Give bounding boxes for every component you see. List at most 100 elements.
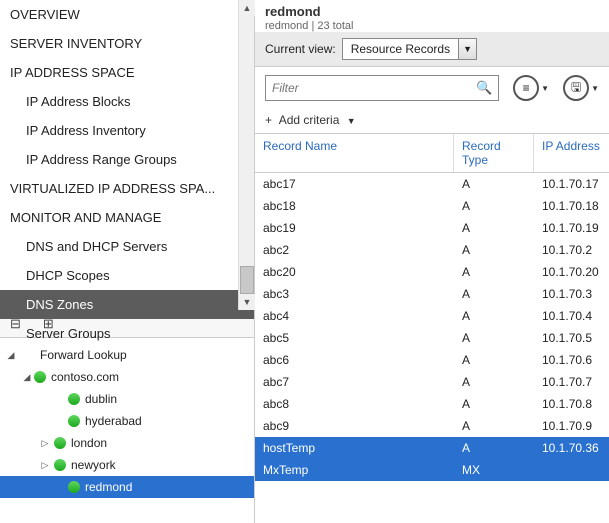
cell-record-name: abc17 (255, 177, 454, 191)
tree-domain-label: contoso.com (51, 370, 119, 384)
table-row[interactable]: abc5A10.1.70.5 (255, 327, 609, 349)
nav-item[interactable]: Server Groups (0, 319, 254, 348)
cell-record-type: A (454, 309, 534, 323)
tree-node[interactable]: redmond (0, 476, 254, 498)
table-row[interactable]: abc8A10.1.70.8 (255, 393, 609, 415)
col-record-type[interactable]: Record Type (454, 134, 534, 172)
records-grid: Record Name Record Type IP Address abc17… (255, 133, 609, 523)
cell-ip-address: 10.1.70.6 (534, 353, 609, 367)
nav-item[interactable]: DHCP Scopes (0, 261, 254, 290)
cell-record-type: A (454, 397, 534, 411)
chevron-down-icon[interactable]: ▼ (541, 84, 549, 93)
tool-row: 🔍 ≡ ▼ 🖫 ▼ (255, 67, 609, 109)
table-row[interactable]: abc19A10.1.70.19 (255, 217, 609, 239)
table-row[interactable]: hostTempA10.1.70.36 (255, 437, 609, 459)
add-criteria-button[interactable]: + Add criteria ▼ (255, 109, 609, 133)
nav-item[interactable]: IP Address Inventory (0, 116, 254, 145)
cell-record-name: abc2 (255, 243, 454, 257)
cell-record-type: A (454, 331, 534, 345)
expander-icon[interactable]: ◢ (20, 372, 34, 383)
page-title: redmond (265, 4, 599, 19)
scroll-up-button[interactable]: ▲ (239, 0, 255, 16)
cell-record-type: A (454, 353, 534, 367)
plus-icon: + (265, 113, 272, 127)
cell-record-name: abc5 (255, 331, 454, 345)
expander-icon[interactable]: ▷ (38, 460, 52, 471)
cell-record-type: A (454, 287, 534, 301)
cell-ip-address: 10.1.70.17 (534, 177, 609, 191)
tree-node[interactable]: dublin (0, 388, 254, 410)
nav-scrollbar[interactable]: ▲ ▼ (238, 0, 254, 310)
cell-ip-address: 10.1.70.2 (534, 243, 609, 257)
tree-node-label: dublin (85, 392, 117, 406)
table-row[interactable]: abc18A10.1.70.18 (255, 195, 609, 217)
zone-tree: ◢ Forward Lookup ◢ contoso.com dublinhyd… (0, 338, 254, 523)
nav-item[interactable]: SERVER INVENTORY (0, 29, 254, 58)
cell-ip-address: 10.1.70.18 (534, 199, 609, 213)
status-dot-icon (68, 415, 80, 427)
cell-record-name: hostTemp (255, 441, 454, 455)
scroll-track[interactable] (239, 16, 255, 294)
col-ip-address[interactable]: IP Address (534, 134, 609, 172)
cell-ip-address: 10.1.70.7 (534, 375, 609, 389)
cell-record-type: A (454, 375, 534, 389)
chevron-down-icon: ▼ (347, 116, 356, 126)
nav-item[interactable]: IP ADDRESS SPACE (0, 58, 254, 87)
table-row[interactable]: abc2A10.1.70.2 (255, 239, 609, 261)
expander-icon[interactable]: ◢ (4, 350, 18, 361)
search-icon[interactable]: 🔍 (476, 80, 492, 96)
cell-record-name: abc9 (255, 419, 454, 433)
tree-node[interactable]: ▷newyork (0, 454, 254, 476)
chevron-down-icon[interactable]: ▼ (591, 84, 599, 93)
cell-ip-address: 10.1.70.4 (534, 309, 609, 323)
cell-ip-address: 10.1.70.5 (534, 331, 609, 345)
cell-record-type: A (454, 265, 534, 279)
tree-node[interactable]: ▷london (0, 432, 254, 454)
nav-item[interactable]: DNS and DHCP Servers (0, 232, 254, 261)
cell-record-name: abc20 (255, 265, 454, 279)
col-record-name[interactable]: Record Name (255, 134, 454, 172)
chevron-down-icon[interactable]: ▼ (458, 39, 476, 59)
table-row[interactable]: abc3A10.1.70.3 (255, 283, 609, 305)
cell-ip-address: 10.1.70.3 (534, 287, 609, 301)
cell-record-type: A (454, 441, 534, 455)
view-select-value: Resource Records (343, 42, 458, 56)
view-row: Current view: Resource Records ▼ (255, 32, 609, 67)
table-row[interactable]: MxTempMX (255, 459, 609, 481)
filter-input[interactable] (272, 81, 476, 95)
status-dot-icon (54, 459, 66, 471)
nav-item[interactable]: OVERVIEW (0, 0, 254, 29)
expander-icon[interactable]: ▷ (38, 438, 52, 449)
filter-box[interactable]: 🔍 (265, 75, 499, 101)
scroll-down-button[interactable]: ▼ (239, 294, 255, 310)
cell-record-type: A (454, 177, 534, 191)
nav-scroll: OVERVIEWSERVER INVENTORYIP ADDRESS SPACE… (0, 0, 254, 310)
scroll-thumb[interactable] (240, 266, 254, 294)
table-row[interactable]: abc7A10.1.70.7 (255, 371, 609, 393)
nav-item[interactable]: DNS Zones (0, 290, 254, 319)
nav-item[interactable]: IP Address Range Groups (0, 145, 254, 174)
view-select[interactable]: Resource Records ▼ (342, 38, 477, 60)
table-row[interactable]: abc9A10.1.70.9 (255, 415, 609, 437)
cell-ip-address: 10.1.70.9 (534, 419, 609, 433)
nav-item[interactable]: MONITOR AND MANAGE (0, 203, 254, 232)
table-row[interactable]: abc20A10.1.70.20 (255, 261, 609, 283)
list-options-button[interactable]: ≡ ▼ (513, 75, 549, 101)
save-options-button[interactable]: 🖫 ▼ (563, 75, 599, 101)
left-nav: OVERVIEWSERVER INVENTORYIP ADDRESS SPACE… (0, 0, 255, 523)
table-row[interactable]: abc4A10.1.70.4 (255, 305, 609, 327)
cell-ip-address: 10.1.70.8 (534, 397, 609, 411)
nav-item[interactable]: IP Address Blocks (0, 87, 254, 116)
page-subtitle: redmond | 23 total (265, 20, 599, 32)
tree-domain[interactable]: ◢ contoso.com (0, 366, 254, 388)
table-row[interactable]: abc6A10.1.70.6 (255, 349, 609, 371)
status-dot-icon (68, 393, 80, 405)
tree-node[interactable]: hyderabad (0, 410, 254, 432)
table-row[interactable]: abc17A10.1.70.17 (255, 173, 609, 195)
cell-ip-address: 10.1.70.36 (534, 441, 609, 455)
cell-record-type: A (454, 419, 534, 433)
cell-record-name: abc3 (255, 287, 454, 301)
cell-record-name: abc19 (255, 221, 454, 235)
nav-item[interactable]: VIRTUALIZED IP ADDRESS SPA... (0, 174, 254, 203)
header: redmond redmond | 23 total (255, 0, 609, 32)
